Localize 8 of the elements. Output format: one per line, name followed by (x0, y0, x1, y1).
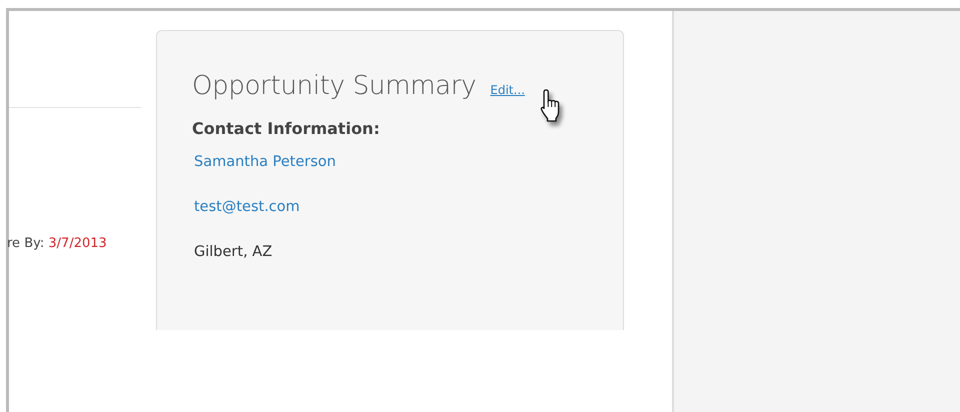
card-title: Opportunity Summary (192, 71, 476, 101)
due-date-label: re By: (7, 236, 44, 251)
edit-link[interactable]: Edit... (490, 83, 525, 97)
due-date-value: 3/7/2013 (48, 236, 107, 251)
email-link[interactable]: test@test.com (194, 191, 300, 236)
section-heading: Contact Information: (192, 119, 381, 138)
contact-location: Gilbert, AZ (194, 243, 272, 262)
contact-name-link[interactable]: Samantha Peterson (194, 146, 336, 191)
